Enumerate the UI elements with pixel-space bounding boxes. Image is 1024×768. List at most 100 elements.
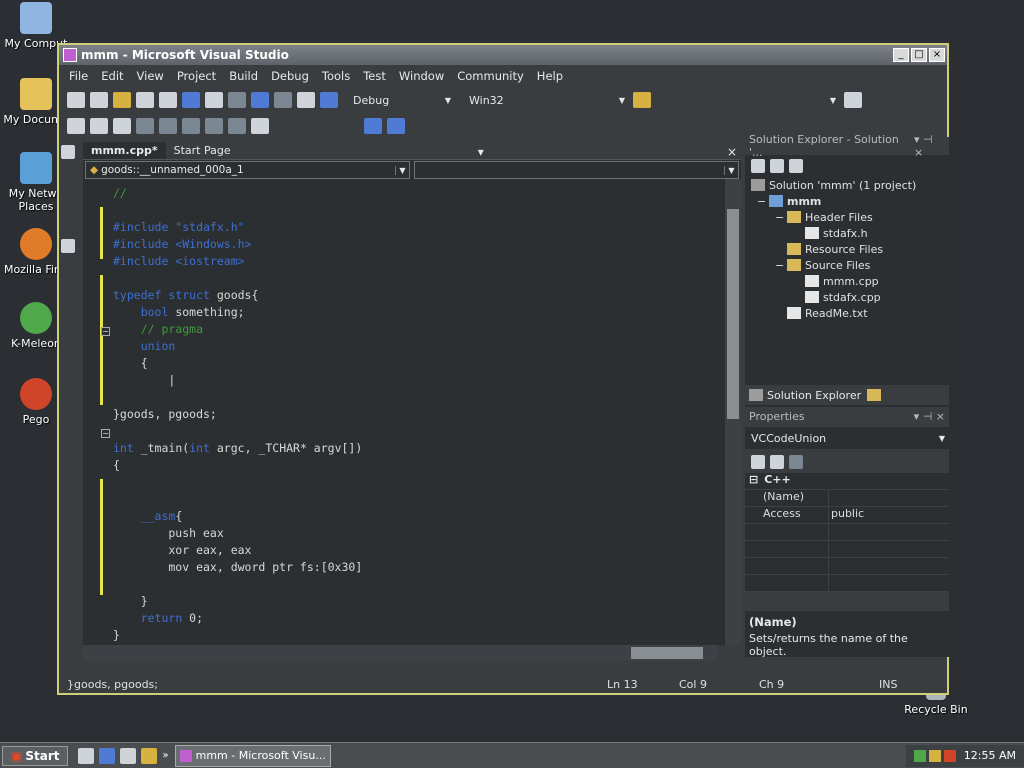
code-line[interactable]: |	[113, 372, 362, 389]
code-line[interactable]: bool something;	[113, 304, 362, 321]
next-bookmark-icon[interactable]	[387, 118, 405, 134]
update-tray-icon[interactable]	[943, 749, 956, 762]
find-in-files-icon[interactable]	[633, 92, 651, 108]
code-line[interactable]: mov eax, dword ptr fs:[0x30]	[113, 559, 362, 576]
save-all-icon[interactable]	[159, 92, 177, 108]
internet-explorer-icon[interactable]	[99, 747, 116, 764]
solution-explorer-toolbar-icon[interactable]	[844, 92, 862, 108]
find-combo[interactable]: ▼	[666, 96, 836, 105]
minimize-button[interactable]: _	[893, 48, 909, 62]
quick-info-icon[interactable]	[113, 118, 131, 134]
tab-mmm-cpp[interactable]: mmm.cpp*	[83, 142, 166, 159]
scrollbar-thumb[interactable]	[631, 647, 703, 659]
open-file-icon[interactable]	[113, 92, 131, 108]
uncomment-icon[interactable]	[228, 118, 246, 134]
outlook-express-icon[interactable]	[120, 747, 137, 764]
code-line[interactable]: #include <iostream>	[113, 253, 362, 270]
code-line[interactable]: }	[113, 627, 362, 644]
tree-item[interactable]: mmm.cpp	[745, 273, 949, 289]
tree-item[interactable]: − mmm	[745, 193, 949, 209]
menu-view[interactable]: View	[137, 69, 164, 83]
document-list-icon[interactable]: ▾	[478, 145, 484, 159]
menu-community[interactable]: Community	[457, 69, 524, 83]
code-line[interactable]: typedef struct goods{	[113, 287, 362, 304]
undo-icon[interactable]	[251, 92, 269, 108]
property-category[interactable]: ⊟ C++	[745, 473, 949, 490]
horizontal-scrollbar[interactable]	[83, 645, 717, 661]
class-view-icon[interactable]	[867, 389, 882, 401]
close-icon[interactable]: ×	[727, 145, 737, 159]
maximize-button[interactable]: □	[911, 48, 927, 62]
code-line[interactable]: // pragma	[113, 321, 362, 338]
tree-item[interactable]: stdafx.h	[745, 225, 949, 241]
property-row-name[interactable]: (Name)	[745, 490, 949, 507]
quick-launch-more-icon[interactable]: »	[162, 750, 168, 761]
show-desktop-icon[interactable]	[78, 747, 95, 764]
refresh-icon[interactable]	[789, 159, 803, 173]
property-value[interactable]	[829, 490, 831, 506]
comment-out-icon[interactable]	[205, 118, 223, 134]
code-line[interactable]: }	[113, 593, 362, 610]
tree-item[interactable]: Solution 'mmm' (1 project)	[745, 177, 949, 193]
collapse-toggle-icon[interactable]: −	[101, 429, 110, 438]
code-line[interactable]	[113, 270, 362, 287]
code-line[interactable]	[113, 474, 362, 491]
code-line[interactable]: {	[113, 355, 362, 372]
expand-toggle-icon[interactable]: −	[775, 211, 787, 224]
categorized-icon[interactable]	[751, 455, 765, 469]
cut-icon[interactable]	[182, 92, 200, 108]
toggle-bookmark-icon[interactable]	[251, 118, 269, 134]
tree-item[interactable]: − Source Files	[745, 257, 949, 273]
code-line[interactable]	[113, 576, 362, 593]
security-tray-icon[interactable]	[928, 749, 941, 762]
code-line[interactable]	[113, 423, 362, 440]
properties-icon[interactable]	[751, 159, 765, 173]
code-line[interactable]: xor eax, eax	[113, 542, 362, 559]
decrease-indent-icon[interactable]	[159, 118, 177, 134]
code-line[interactable]	[113, 389, 362, 406]
code-line[interactable]	[113, 202, 362, 219]
menu-tools[interactable]: Tools	[322, 69, 350, 83]
code-line[interactable]: #include "stdafx.h"	[113, 219, 362, 236]
alphabetical-icon[interactable]	[770, 455, 784, 469]
code-line[interactable]	[113, 491, 362, 508]
platform-dropdown[interactable]: Win32 ▼	[469, 94, 625, 107]
expand-toggle-icon[interactable]: −	[775, 259, 787, 272]
title-bar[interactable]: mmm - Microsoft Visual Studio _ □ ×	[59, 45, 947, 65]
property-value[interactable]: public	[829, 507, 864, 523]
increase-indent-icon[interactable]	[182, 118, 200, 134]
menu-debug[interactable]: Debug	[271, 69, 309, 83]
save-icon[interactable]	[136, 92, 154, 108]
code-surface[interactable]: − − // #include "stdafx.h" #include <Windo…	[83, 179, 741, 645]
object-members-icon[interactable]	[67, 118, 85, 134]
navigate-icon[interactable]	[297, 92, 315, 108]
taskbar-button-visual-studio[interactable]: mmm - Microsoft Visu...	[174, 744, 331, 767]
code-line[interactable]: }goods, pgoods;	[113, 406, 362, 423]
tree-item[interactable]: ReadMe.txt	[745, 305, 949, 321]
property-row-access[interactable]: Access public	[745, 507, 949, 524]
close-button[interactable]: ×	[929, 48, 945, 62]
tree-item[interactable]: stdafx.cpp	[745, 289, 949, 305]
code-line[interactable]: push eax	[113, 525, 362, 542]
redo-icon[interactable]	[274, 92, 292, 108]
previous-bookmark-icon[interactable]	[364, 118, 382, 134]
source-code[interactable]: // #include "stdafx.h" #include <Windows.h…	[113, 185, 362, 644]
menu-project[interactable]: Project	[177, 69, 216, 83]
new-project-icon[interactable]	[67, 92, 85, 108]
collapse-toggle-icon[interactable]: −	[101, 327, 110, 336]
tree-item[interactable]: Resource Files	[745, 241, 949, 257]
menu-window[interactable]: Window	[399, 69, 444, 83]
paste-icon[interactable]	[228, 92, 246, 108]
menu-build[interactable]: Build	[229, 69, 258, 83]
start-button[interactable]: ▣ Start	[2, 745, 69, 766]
toolbox-icon[interactable]	[61, 239, 75, 253]
types-dropdown[interactable]: ◆ goods::__unnamed_000a_1 ▼	[85, 161, 410, 179]
tree-item[interactable]: − Header Files	[745, 209, 949, 225]
menu-edit[interactable]: Edit	[101, 69, 123, 83]
parameter-info-icon[interactable]	[90, 118, 108, 134]
panel-controls[interactable]: ▾ ⊣ ×	[914, 410, 945, 423]
code-line[interactable]: #include <Windows.h>	[113, 236, 362, 253]
quick-launch-icon[interactable]	[141, 747, 158, 764]
tab-start-page[interactable]: Start Page	[166, 142, 239, 159]
property-pages-icon[interactable]	[789, 455, 803, 469]
